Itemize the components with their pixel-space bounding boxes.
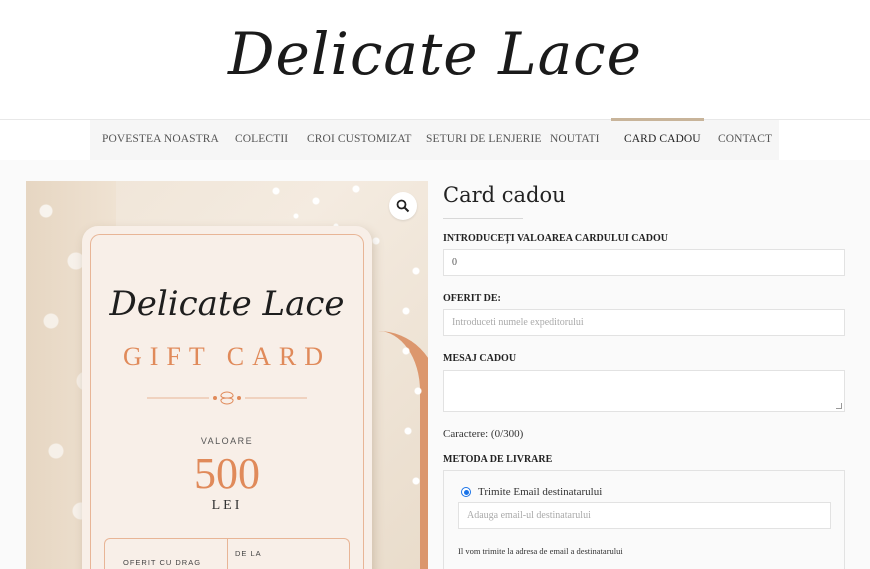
flowers-decoration-right xyxy=(396,331,428,569)
card-logo: Delicate Lace xyxy=(109,284,345,324)
zoom-button[interactable] xyxy=(389,192,417,220)
recipient-email-input[interactable]: Adauga email-ul destinatarului xyxy=(458,502,831,529)
main-nav: POVESTEA NOASTRA COLECTII CROI CUSTOMIZA… xyxy=(0,118,870,161)
nav-active-indicator xyxy=(611,118,704,121)
card-value: 500 xyxy=(194,449,260,498)
message-textarea[interactable] xyxy=(443,370,845,412)
nav-item-seturi-de-lenjerie[interactable]: SETURI DE LENJERIE xyxy=(426,133,542,145)
nav-item-colectii[interactable]: COLECTII xyxy=(235,133,288,145)
product-image[interactable]: Delicate Lace GIFT CARD VALOARE 500 LEI … xyxy=(26,181,428,569)
delivery-option-email[interactable]: Trimite Email destinatarului xyxy=(461,486,602,498)
nav-item-card-cadou[interactable]: CARD CADOU xyxy=(624,133,701,145)
nav-item-croi-customizat[interactable]: CROI CUSTOMIZAT xyxy=(307,133,411,145)
resize-handle-icon[interactable] xyxy=(836,403,842,409)
card-from-box: OFERIT CU DRAG DE LA xyxy=(104,538,350,569)
nav-item-noutati[interactable]: NOUTATI xyxy=(550,133,600,145)
card-dela-label: DE LA xyxy=(235,549,262,558)
nav-item-povestea-noastra[interactable]: POVESTEA NOASTRA xyxy=(102,133,219,145)
card-from-label: OFERIT CU DRAG xyxy=(123,558,202,567)
page-title: Card cadou xyxy=(443,183,566,207)
delivery-label: METODA DE LIVRARE xyxy=(443,454,553,465)
nav-item-contact[interactable]: CONTACT xyxy=(718,133,772,145)
delivery-option-label: Trimite Email destinatarului xyxy=(478,486,603,498)
amount-label: INTRODUCEȚI VALOAREA CARDULUI CADOU xyxy=(443,233,668,244)
delivery-method-box: Trimite Email destinatarului Adauga emai… xyxy=(443,470,845,569)
ornament-icon xyxy=(147,391,307,405)
from-input[interactable]: Introduceti numele expeditorului xyxy=(443,309,845,336)
card-title: GIFT CARD xyxy=(122,342,332,371)
gift-card-illustration: Delicate Lace GIFT CARD VALOARE 500 LEI … xyxy=(82,226,372,569)
radio-selected-icon[interactable] xyxy=(461,487,471,497)
nav-inner: POVESTEA NOASTRA COLECTII CROI CUSTOMIZA… xyxy=(90,120,779,161)
message-label: MESAJ CADOU xyxy=(443,353,517,364)
site-header: Delicate Lace xyxy=(0,0,870,119)
zoom-icon xyxy=(396,199,410,213)
card-box-divider xyxy=(227,539,228,569)
title-divider xyxy=(443,218,523,219)
site-logo[interactable]: Delicate Lace xyxy=(228,20,642,88)
from-label: OFERIT DE: xyxy=(443,293,501,304)
card-value-label: VALOARE xyxy=(200,436,254,446)
email-note: Il vom trimite la adresa de email a dest… xyxy=(458,546,623,556)
card-currency: LEI xyxy=(211,498,243,513)
amount-input[interactable]: 0 xyxy=(443,249,845,276)
char-count: Caractere: (0/300) xyxy=(443,428,524,440)
